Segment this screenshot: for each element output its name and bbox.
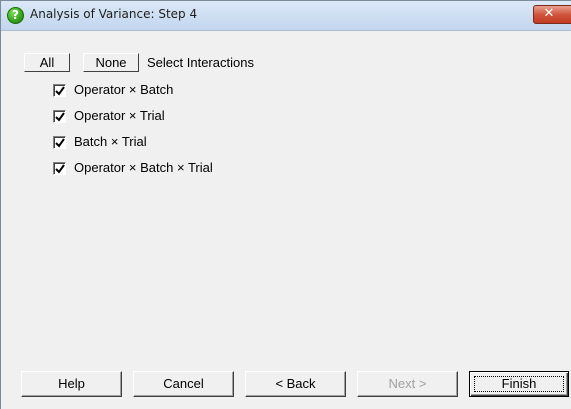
all-button-label: All [39,55,55,70]
all-button[interactable]: All [24,53,70,72]
checkbox[interactable] [53,136,66,149]
close-icon: ✕ [543,6,555,21]
checkbox[interactable] [53,110,66,123]
back-button[interactable]: < Back [245,371,346,397]
help-button[interactable]: Help [21,371,122,397]
help-button-label: Help [58,376,85,391]
select-interactions-label: Select Interactions [147,55,254,70]
next-button[interactable]: Next > [357,371,458,397]
checkbox[interactable] [53,162,66,175]
back-button-label: < Back [275,376,316,391]
cancel-button[interactable]: Cancel [133,371,234,397]
interaction-label: Operator × Trial [74,108,165,123]
interaction-label: Batch × Trial [74,134,147,149]
dialog-window: ? Analysis of Variance: Step 4 ✕ All Non… [0,0,571,409]
finish-button-label: Finish [501,376,537,391]
window-title: Analysis of Variance: Step 4 [30,7,198,21]
checkbox[interactable] [53,84,66,97]
question-icon: ? [7,7,24,24]
interaction-label: Operator × Batch [74,82,174,97]
cancel-button-label: Cancel [163,376,204,391]
none-button-label: None [95,55,127,70]
none-button[interactable]: None [83,53,139,72]
title-bar[interactable]: ? Analysis of Variance: Step 4 ✕ [1,1,571,31]
interaction-label: Operator × Batch × Trial [74,160,213,175]
finish-button[interactable]: Finish [469,371,569,397]
checkmark-icon [55,112,65,122]
checkmark-icon [55,138,65,148]
checkmark-icon [55,164,65,174]
next-button-label: Next > [388,376,427,391]
close-button[interactable]: ✕ [533,5,571,24]
checkmark-icon [55,86,65,96]
